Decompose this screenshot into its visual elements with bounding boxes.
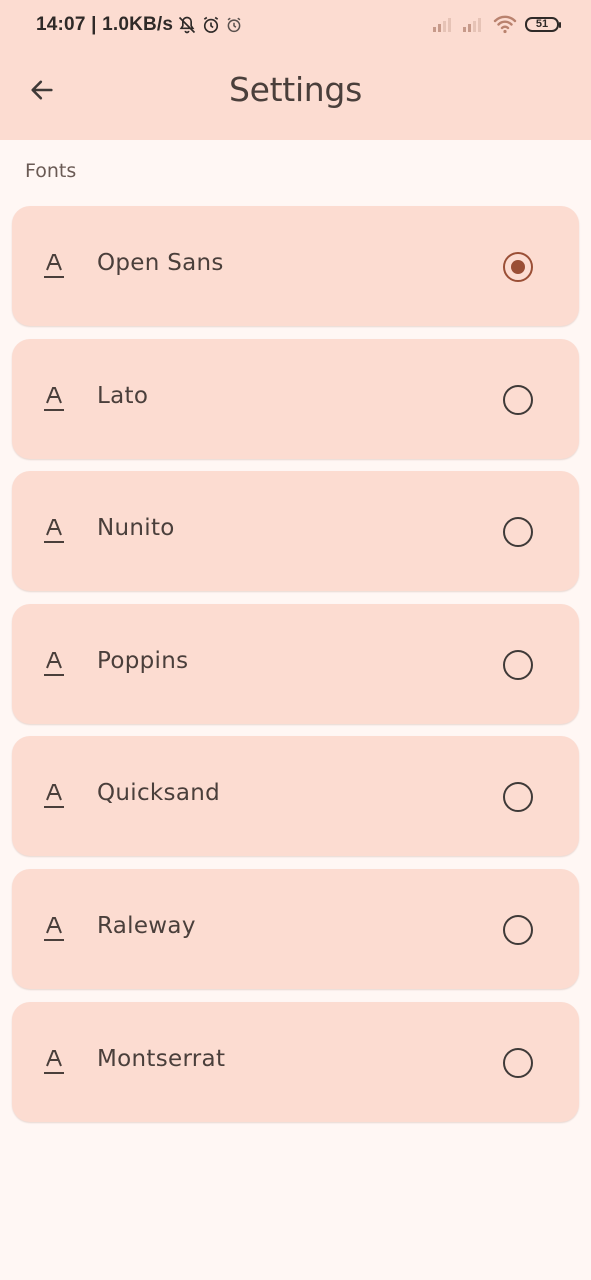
alarm-secondary-icon [225, 16, 243, 34]
status-right: 51 [433, 14, 561, 34]
font-a-underline-icon [42, 252, 68, 280]
font-a-underline-icon [42, 915, 68, 943]
font-option-label: Lato [97, 382, 149, 409]
font-option-raleway[interactable]: Raleway [12, 868, 579, 989]
alarm-icon [201, 15, 221, 35]
radio-unchecked-icon[interactable] [503, 384, 533, 415]
font-option-lato[interactable]: Lato [12, 338, 579, 459]
radio-checked-icon[interactable] [503, 252, 533, 282]
signal-icon [433, 16, 455, 32]
font-option-label: Open Sans [97, 250, 224, 276]
font-a-underline-icon [42, 517, 68, 545]
notifications-off-icon [177, 15, 197, 35]
status-bar: 14:07 | 1.0KB/s 51 [0, 0, 591, 54]
font-option-label: Poppins [97, 647, 189, 674]
font-option-nunito[interactable]: Nunito [12, 471, 579, 592]
battery-level: 51 [535, 17, 549, 30]
font-option-label: Quicksand [97, 780, 220, 807]
font-option-label: Raleway [97, 912, 196, 939]
radio-dot [511, 260, 525, 274]
radio-unchecked-icon[interactable] [503, 1047, 533, 1078]
font-option-label: Nunito [97, 515, 175, 542]
app-bar: Settings [0, 56, 591, 128]
font-option-label: Montserrat [97, 1045, 226, 1072]
font-option-open-sans[interactable]: Open Sans [12, 206, 579, 326]
font-option-quicksand[interactable]: Quicksand [12, 736, 579, 857]
page-title: Settings [229, 70, 362, 109]
signal-secondary-icon [463, 16, 485, 32]
font-a-underline-icon [42, 1048, 68, 1076]
radio-unchecked-icon[interactable] [503, 914, 533, 945]
radio-unchecked-icon[interactable] [503, 649, 533, 680]
radio-unchecked-icon[interactable] [503, 517, 533, 548]
font-list: Open Sans Lato Nunito Poppins Quicksand … [12, 206, 579, 1134]
status-left: 14:07 | 1.0KB/s [36, 14, 243, 36]
font-a-underline-icon [42, 782, 68, 810]
font-a-underline-icon [42, 385, 68, 413]
status-time-speed: 14:07 | 1.0KB/s [36, 14, 174, 35]
battery-icon: 51 [525, 16, 561, 32]
font-option-poppins[interactable]: Poppins [12, 603, 579, 724]
radio-unchecked-icon[interactable] [503, 782, 533, 813]
wifi-icon [493, 14, 517, 34]
section-label-fonts: Fonts [25, 160, 77, 182]
font-option-montserrat[interactable]: Montserrat [12, 1001, 579, 1122]
font-a-underline-icon [42, 650, 68, 678]
